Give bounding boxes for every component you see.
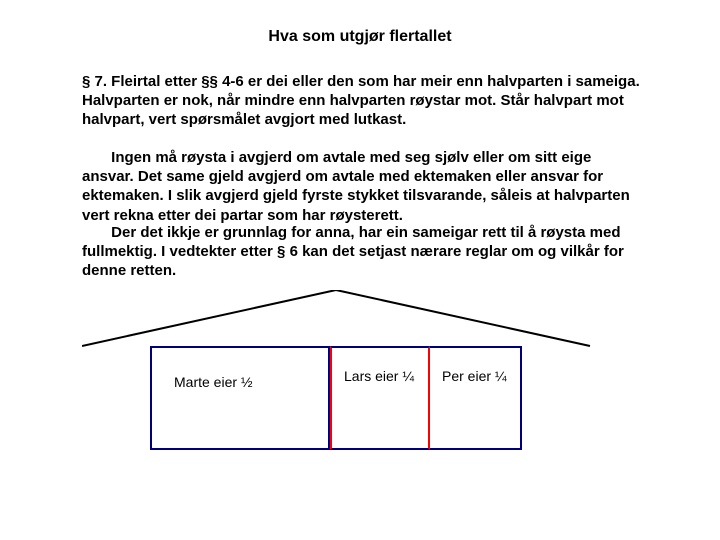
roof-left-line [82, 290, 336, 346]
house-diagram: Marte eier ½ Lars eier ¼ Per eier ¼ [82, 290, 642, 490]
paragraph-2: Ingen må røysta i avgjerd om avtale med … [82, 148, 642, 225]
share-label-marte: Marte eier ½ [174, 374, 314, 391]
page-title: Hva som utgjør flertallet [0, 28, 720, 46]
share-label-per: Per eier ¼ [442, 368, 512, 385]
roof-right-line [336, 290, 590, 346]
paragraph-1: § 7. Fleirtal etter §§ 4-6 er dei eller … [82, 72, 642, 130]
share-box-lars [330, 346, 430, 450]
paragraph-3: Der det ikkje er grunnlag for anna, har … [82, 223, 642, 281]
share-box-per [430, 346, 522, 450]
share-box-marte [150, 346, 330, 450]
share-label-lars: Lars eier ¼ [344, 368, 424, 385]
page: Hva som utgjør flertallet § 7. Fleirtal … [0, 0, 720, 540]
